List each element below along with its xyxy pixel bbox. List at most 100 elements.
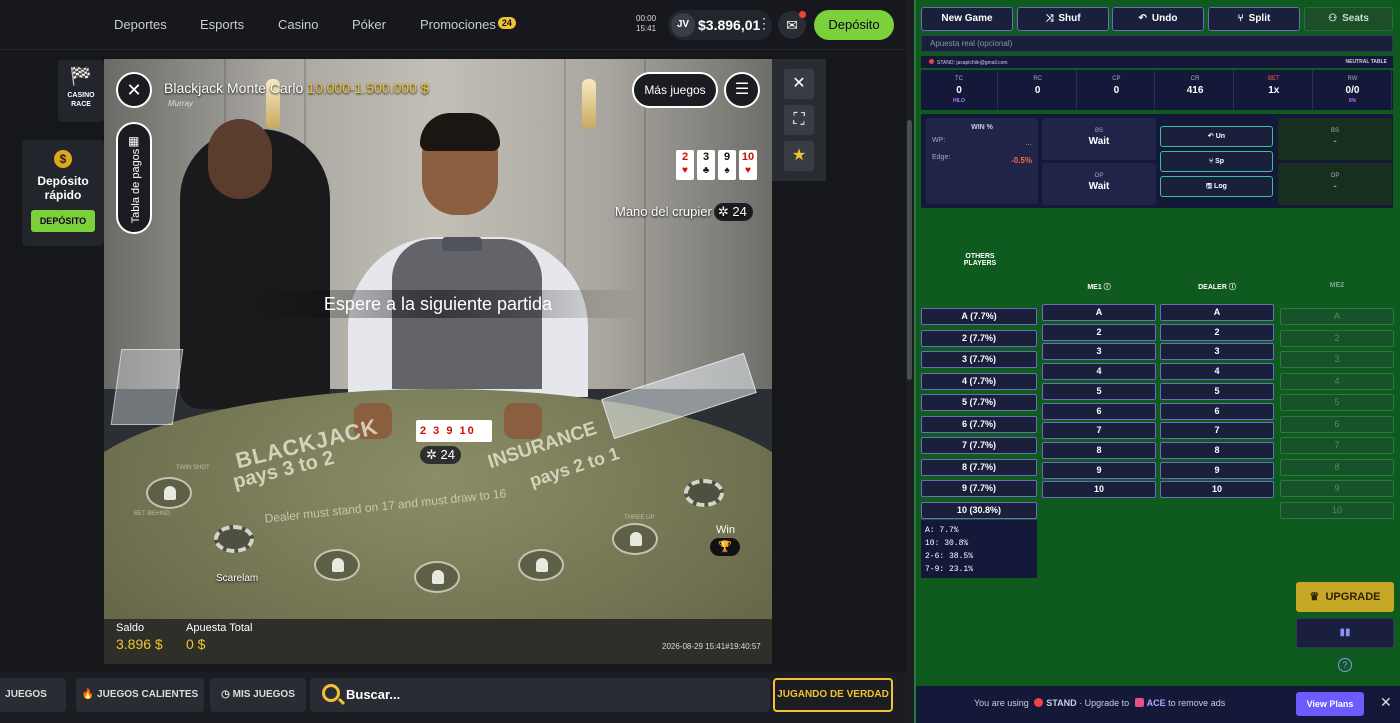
toolbar-button-seats[interactable]: ⚇ Seats (1304, 7, 1393, 31)
me1-card-4[interactable]: 4 (1042, 363, 1156, 381)
me2-card-4[interactable]: 4 (1280, 373, 1394, 390)
view-plans-button[interactable]: View Plans (1296, 692, 1364, 716)
dealer-card-4[interactable]: 4 (1160, 363, 1274, 381)
log-button[interactable]: 🖫 Log (1160, 176, 1273, 197)
favorite-star-icon[interactable]: ★ (784, 141, 814, 171)
others-card-9[interactable]: 9 (7.7%) (921, 480, 1037, 497)
close-ad-icon[interactable]: ✕ (1380, 694, 1392, 711)
scrollbar-thumb[interactable] (907, 120, 912, 380)
dealer-hand-right (504, 403, 542, 439)
toolbar-button-shuf[interactable]: ⤨ Shuf (1017, 7, 1109, 31)
casino-race-widget[interactable]: 🏁 CASINO RACE (58, 60, 104, 122)
me2-card-7[interactable]: 7 (1280, 437, 1394, 454)
chart-icon[interactable]: ▮▮ (1296, 618, 1394, 648)
toolbar-button-new-game[interactable]: New Game (921, 7, 1013, 31)
me1-card-A[interactable]: A (1042, 304, 1156, 321)
undo-icon: ↶ (1138, 13, 1147, 24)
me2-card-2[interactable]: 2 (1280, 330, 1394, 347)
me1-card-2[interactable]: 2 (1042, 323, 1156, 341)
seat-4[interactable] (414, 561, 460, 593)
toolbar-button-split[interactable]: ⑂ Split (1208, 7, 1300, 31)
me1-card-10[interactable]: 10 (1042, 481, 1156, 499)
nav-esports[interactable]: Esports (200, 17, 244, 32)
shuf-icon: ⤨ (1045, 13, 1054, 24)
seat-1[interactable] (146, 477, 192, 509)
others-card-4[interactable]: 4 (7.7%) (921, 373, 1037, 390)
split-small-button[interactable]: ⑂ Sp (1160, 151, 1273, 172)
me1-header: ME1 ⓘ (1042, 282, 1156, 292)
real-bet-input[interactable]: Apuesta real (opcional) (921, 35, 1393, 52)
stat-rw: RW 0/0 0% (1315, 70, 1392, 110)
paytable-button[interactable]: ▦ Tabla de pagos (116, 122, 152, 234)
me2-card-A[interactable]: A (1280, 308, 1394, 325)
stat-rc: RC 0 (1000, 70, 1077, 110)
me2-card-5[interactable]: 5 (1280, 394, 1394, 411)
more-games-button[interactable]: Más juegos (632, 72, 718, 108)
others-card-10[interactable]: 10 (30.8%) (921, 502, 1037, 519)
dealer-card-5[interactable]: 5 (1160, 382, 1274, 400)
hot-games-button[interactable]: 🔥 JUEGOS CALIENTES (76, 678, 204, 712)
quick-deposit-button[interactable]: DEPÓSITO (31, 210, 95, 232)
dealer-card-6[interactable]: 6 (1160, 402, 1274, 420)
wp-label: WP: (932, 137, 946, 144)
me1-card-9[interactable]: 9 (1042, 461, 1156, 479)
help-icon[interactable]: ⓘ (1104, 284, 1111, 291)
others-card-2[interactable]: 2 (7.7%) (921, 330, 1037, 347)
my-games-button[interactable]: ◷ MIS JUEGOS (210, 678, 306, 712)
others-card-8[interactable]: 8 (7.7%) (921, 459, 1037, 476)
menu-icon[interactable]: ☰ (724, 72, 760, 108)
fullscreen-icon[interactable]: ⛶ (784, 105, 814, 135)
dealer-card-10[interactable]: 10 (1160, 481, 1274, 499)
dealer-card-9[interactable]: 9 (1160, 461, 1274, 479)
seat-6[interactable] (612, 523, 658, 555)
upgrade-button[interactable]: ♛ UPGRADE (1296, 582, 1394, 612)
help-icon[interactable]: ⓘ (1229, 284, 1236, 291)
others-card-5[interactable]: 5 (7.7%) (921, 394, 1037, 411)
new-games-button[interactable]: JUEGOS NUEVOS (0, 678, 66, 712)
seat-5[interactable] (518, 549, 564, 581)
live-game-video[interactable]: BLACKJACK pays 3 to 2 INSURANCE pays 2 t… (104, 59, 772, 664)
me2-card-6[interactable]: 6 (1280, 416, 1394, 433)
clock-sub: 15:41 (636, 24, 657, 33)
nav-poker[interactable]: Póker (352, 17, 386, 32)
nav-deportes[interactable]: Deportes (114, 17, 167, 32)
close-game-icon[interactable]: ✕ (784, 69, 814, 99)
seat-7-chip[interactable] (684, 479, 724, 507)
me2-card-8[interactable]: 8 (1280, 459, 1394, 476)
split-icon: ⑂ (1237, 13, 1244, 24)
others-card-3[interactable]: 3 (7.7%) (921, 351, 1037, 368)
toolbar-button-undo[interactable]: ↶ Undo (1112, 7, 1204, 31)
trophy-icon[interactable]: 🏆 (710, 538, 740, 556)
others-card-7[interactable]: 7 (7.7%) (921, 437, 1037, 454)
stat-extra: 0% (1348, 98, 1357, 104)
me2-card-9[interactable]: 9 (1280, 480, 1394, 497)
others-card-6[interactable]: 6 (7.7%) (921, 416, 1037, 433)
me1-card-7[interactable]: 7 (1042, 422, 1156, 440)
help-icon[interactable]: ? (1338, 658, 1352, 672)
stat-value: 0 (956, 85, 962, 96)
dealer-card-3[interactable]: 3 (1160, 343, 1274, 361)
search-input[interactable]: Buscar... (310, 678, 770, 712)
undo-small-button[interactable]: ↶ Un (1160, 126, 1273, 147)
seat-2-chip[interactable] (214, 525, 254, 553)
dealer-card-7[interactable]: 7 (1160, 422, 1274, 440)
avatar[interactable]: JV (671, 13, 695, 37)
more-icon[interactable]: ⋮ (757, 15, 771, 32)
dealer-card-2[interactable]: 2 (1160, 323, 1274, 341)
stat-value: 0/0 (1345, 85, 1360, 96)
nav-casino[interactable]: Casino (278, 17, 318, 32)
me1-card-8[interactable]: 8 (1042, 441, 1156, 459)
me1-card-3[interactable]: 3 (1042, 343, 1156, 361)
seat-3[interactable] (314, 549, 360, 581)
me1-card-5[interactable]: 5 (1042, 382, 1156, 400)
dealer-card-A[interactable]: A (1160, 304, 1274, 321)
dealer-card-8[interactable]: 8 (1160, 441, 1274, 459)
nav-promociones[interactable]: Promociones 24 (420, 17, 516, 32)
others-card-A[interactable]: A (7.7%) (921, 308, 1037, 325)
me2-card-3[interactable]: 3 (1280, 351, 1394, 368)
deposit-button[interactable]: Depósito (814, 10, 894, 40)
close-icon[interactable]: ✕ (116, 72, 152, 108)
real-play-button[interactable]: JUGANDO DE VERDAD (773, 678, 893, 712)
me2-card-10[interactable]: 10 (1280, 502, 1394, 519)
me1-card-6[interactable]: 6 (1042, 402, 1156, 420)
